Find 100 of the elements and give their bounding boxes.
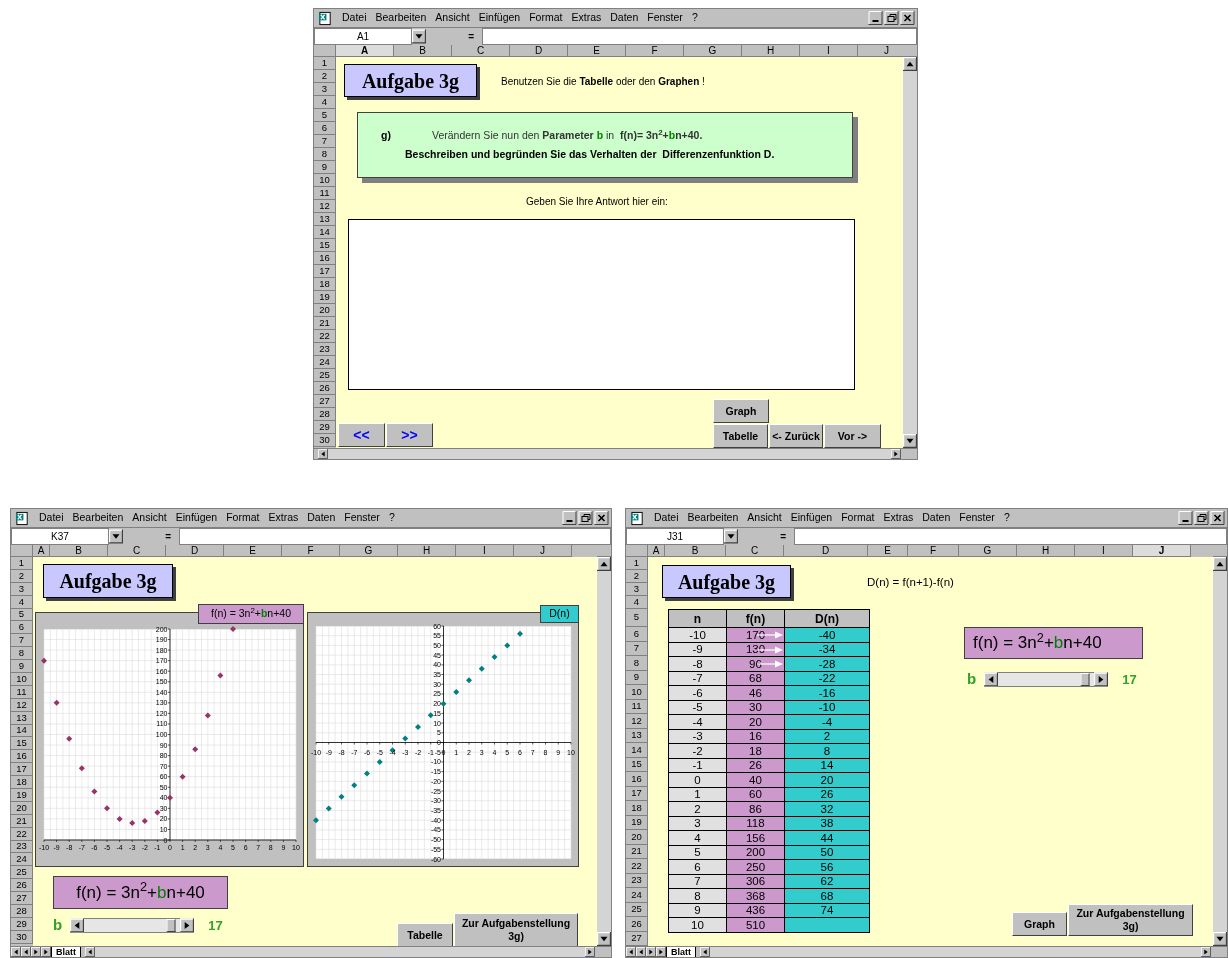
scroll-up-button[interactable] [903, 57, 917, 71]
menu-item[interactable]: Bearbeiten [375, 10, 427, 26]
menu-item[interactable]: ? [1003, 510, 1010, 526]
sheet-tab[interactable]: Blatt [666, 946, 696, 957]
minimize-button[interactable] [868, 11, 883, 25]
restore-button[interactable] [884, 11, 899, 25]
next-sheet-button[interactable] [31, 947, 41, 957]
next-sheet-button[interactable] [646, 947, 656, 957]
menu-item[interactable]: Einfügen [790, 510, 833, 526]
menu-item[interactable]: Bearbeiten [687, 510, 739, 526]
name-box[interactable]: K37 [11, 528, 109, 545]
equals-button[interactable]: = [426, 28, 482, 45]
menu-item[interactable]: Fenster [344, 510, 380, 526]
menu-item[interactable]: Daten [922, 510, 951, 526]
menu-item[interactable]: Fenster [647, 10, 683, 26]
restore-button[interactable] [578, 511, 593, 525]
sheet-button[interactable]: Graph [1012, 912, 1067, 936]
sheet-tab[interactable]: Blatt [51, 946, 81, 957]
previous-sheet-button[interactable] [636, 947, 646, 957]
scrollbar-track[interactable] [597, 571, 611, 932]
menu-item[interactable]: Format [841, 510, 875, 526]
slider-right-button[interactable] [180, 917, 195, 933]
horizontal-scrollbar-track[interactable] [710, 947, 1201, 957]
slider-thumb[interactable] [1080, 672, 1090, 686]
nav-button[interactable]: >> [386, 423, 433, 447]
name-box[interactable]: J31 [626, 528, 724, 545]
equals-button[interactable]: = [738, 528, 794, 545]
formula-field[interactable] [482, 28, 917, 45]
name-box-dropdown[interactable] [412, 28, 426, 45]
first-sheet-button[interactable] [626, 947, 636, 957]
menu-item[interactable]: Datei [654, 510, 679, 526]
scroll-right-button[interactable] [891, 449, 901, 459]
scroll-down-button[interactable] [597, 932, 611, 946]
scroll-right-button[interactable] [1201, 947, 1211, 957]
slider-left-button[interactable] [984, 671, 999, 687]
last-sheet-button[interactable] [41, 947, 51, 957]
last-sheet-button[interactable] [656, 947, 666, 957]
menu-item[interactable]: Format [226, 510, 260, 526]
close-button[interactable] [1210, 511, 1225, 525]
scroll-left-button[interactable] [700, 947, 710, 957]
menu-item[interactable]: Daten [307, 510, 336, 526]
name-box[interactable]: A1 [314, 28, 412, 45]
sheet-button[interactable]: Zur Aufgabenstellung 3g) [454, 913, 578, 946]
equals-button[interactable]: = [123, 528, 179, 545]
scrollbar-track[interactable] [1213, 571, 1227, 932]
restore-button[interactable] [1194, 511, 1209, 525]
slider-right-button[interactable] [1094, 671, 1109, 687]
name-box-dropdown[interactable] [724, 528, 738, 545]
menu-item[interactable]: Extras [883, 510, 914, 526]
menu-item[interactable]: Extras [268, 510, 299, 526]
menu-item[interactable]: Datei [342, 10, 367, 26]
menu-item[interactable]: Ansicht [747, 510, 782, 526]
sheet-button[interactable]: Zur Aufgabenstellung 3g) [1068, 904, 1193, 936]
scroll-right-button[interactable] [585, 947, 595, 957]
sheet-button[interactable]: <- Zurück [769, 424, 823, 448]
scroll-left-button[interactable] [318, 449, 328, 459]
sheet-button[interactable]: Graph [713, 399, 769, 423]
document-icon[interactable] [318, 10, 333, 26]
sheet-button[interactable]: Tabelle [397, 923, 453, 946]
horizontal-scrollbar-track[interactable] [95, 947, 585, 957]
column-header[interactable]: A [336, 45, 394, 57]
menu-item[interactable]: Daten [610, 10, 639, 26]
close-button[interactable] [594, 511, 609, 525]
column-header[interactable]: J [1133, 545, 1191, 557]
menu-item[interactable]: Einfügen [175, 510, 218, 526]
scroll-down-button[interactable] [1213, 932, 1227, 946]
nav-button[interactable]: << [338, 423, 385, 447]
name-box-dropdown[interactable] [109, 528, 123, 545]
menu-item[interactable]: ? [691, 10, 698, 26]
menu-item[interactable]: Fenster [959, 510, 995, 526]
menu-item[interactable]: Ansicht [132, 510, 167, 526]
scroll-left-button[interactable] [85, 947, 95, 957]
scrollbar-track[interactable] [903, 71, 917, 434]
first-sheet-button[interactable] [11, 947, 21, 957]
horizontal-scrollbar-track[interactable] [328, 449, 891, 459]
menu-item[interactable]: Format [529, 10, 563, 26]
sheet-button[interactable]: Tabelle [713, 424, 768, 448]
scroll-down-button[interactable] [903, 434, 917, 448]
close-button[interactable] [900, 11, 915, 25]
scroll-up-button[interactable] [1213, 557, 1227, 571]
slider-left-button[interactable] [70, 917, 85, 933]
menu-item[interactable]: Bearbeiten [72, 510, 124, 526]
scroll-up-button[interactable] [597, 557, 611, 571]
minimize-button[interactable] [1178, 511, 1193, 525]
table-cell: -2 [669, 744, 727, 759]
slider-thumb[interactable] [166, 918, 176, 932]
menu-item[interactable]: Extras [571, 10, 602, 26]
menu-item[interactable]: Einfügen [478, 10, 521, 26]
document-icon[interactable] [630, 510, 645, 526]
menu-item[interactable]: Datei [39, 510, 64, 526]
answer-field[interactable] [348, 219, 855, 390]
sheet-button[interactable]: Vor -> [824, 424, 881, 448]
table-cell: 8 [785, 744, 870, 759]
formula-field[interactable] [794, 528, 1227, 545]
menu-item[interactable]: ? [388, 510, 395, 526]
minimize-button[interactable] [562, 511, 577, 525]
formula-field[interactable] [179, 528, 611, 545]
document-icon[interactable] [15, 510, 30, 526]
menu-item[interactable]: Ansicht [435, 10, 470, 26]
previous-sheet-button[interactable] [21, 947, 31, 957]
